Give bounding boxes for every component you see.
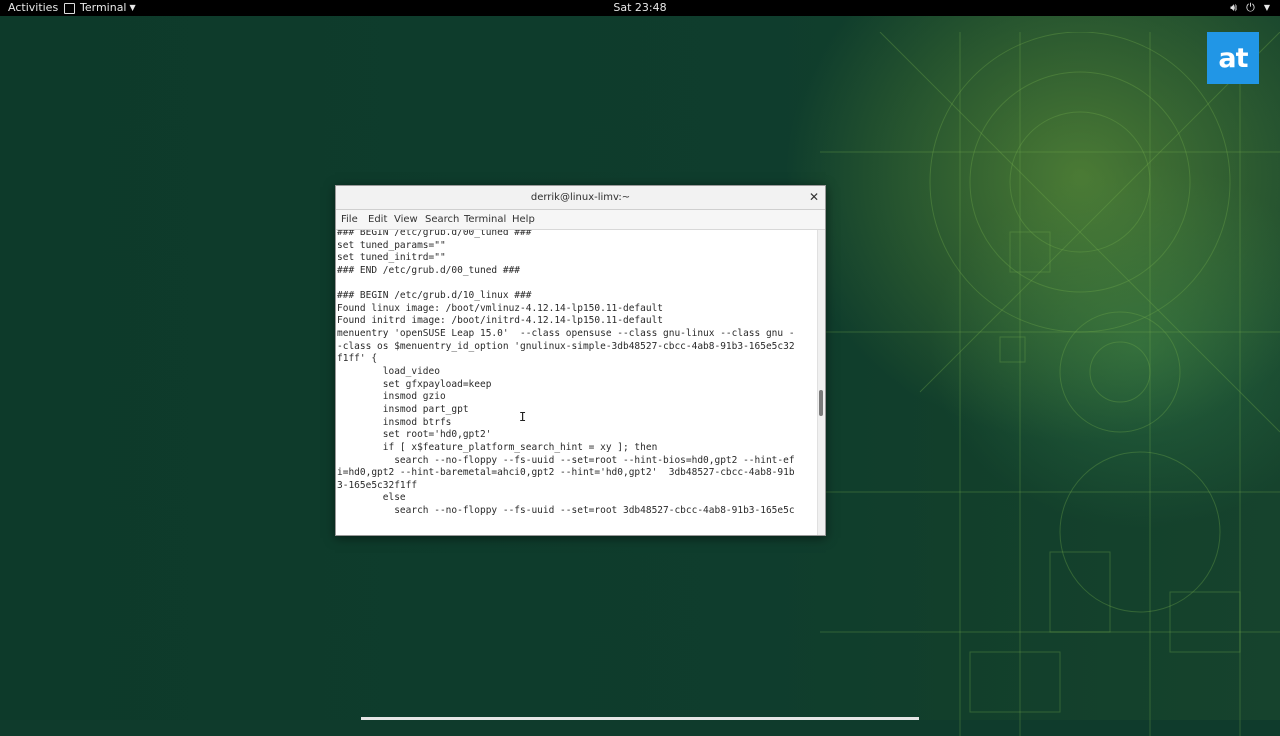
terminal-line: if [ x$feature_platform_search_hint = xy… [337,441,658,453]
terminal-line: insmod btrfs [337,416,452,428]
top-bar: Activities Terminal ▼ Sat 23:48 🔊︎ ⏻ ▼ [0,0,1280,16]
terminal-line: insmod gzio [337,391,446,403]
terminal-line: else [337,492,406,504]
terminal-line: set gfxpayload=keep [337,378,492,390]
menu-help[interactable]: Help [512,210,535,229]
terminal-line: Found linux image: /boot/vmlinuz-4.12.14… [337,302,664,314]
terminal-line: Found initrd image: /boot/initrd-4.12.14… [337,315,664,327]
terminal-line: load_video [337,366,440,378]
text-cursor-icon: I [519,410,527,424]
terminal-line: ### BEGIN /etc/grub.d/00_tuned ### [337,230,532,238]
terminal-icon [64,2,75,14]
menu-terminal[interactable]: Terminal [464,210,506,229]
menu-bar: File Edit View Search Terminal Help [336,210,825,230]
terminal-line: set tuned_params="" [337,239,446,251]
menu-search[interactable]: Search [425,210,459,229]
terminal-line: 3-165e5c32f1ff [337,479,418,491]
terminal-line: ### END /etc/grub.d/00_tuned ### [337,264,521,276]
terminal-line: set tuned_initrd="" [337,252,446,264]
terminal-line: f1ff' { [337,353,378,365]
scrollbar-thumb[interactable] [819,390,823,416]
terminal-window[interactable]: derrik@linux-limv:~ ✕ File Edit View Sea… [335,185,826,536]
terminal-line: search --no-floppy --fs-uuid --set=root … [337,505,795,517]
power-icon: ⏻ [1246,1,1255,14]
caret-down-icon: ▼ [129,3,136,12]
app-menu-label: Terminal [80,1,127,14]
window-titlebar[interactable]: derrik@linux-limv:~ ✕ [336,186,825,210]
window-title: derrik@linux-limv:~ [530,192,631,203]
menu-edit[interactable]: Edit [368,210,387,229]
app-menu-button[interactable]: Terminal ▼ [64,0,136,16]
terminal-line: insmod part_gpt [337,403,469,415]
terminal-line: search --no-floppy --fs-uuid --set=root … [337,454,795,466]
logo: at [1207,32,1259,84]
terminal-line: i=hd0,gpt2 --hint-baremetal=ahci0,gpt2 -… [337,467,795,479]
terminal-line: ### BEGIN /etc/grub.d/10_linux ### [337,290,532,302]
terminal-line: -class os $menuentry_id_option 'gnulinux… [337,340,795,352]
volume-icon: 🔊︎ [1230,1,1238,14]
scrollbar[interactable] [817,230,825,535]
terminal-line: set root='hd0,gpt2' [337,429,492,441]
blueprint-wallpaper-decoration [820,32,1280,736]
caret-down-icon: ▼ [1263,3,1270,12]
system-menu[interactable]: 🔊︎ ⏻ ▼ [1230,0,1270,16]
terminal-output[interactable]: ### BEGIN /etc/grub.d/00_tuned ### set tu… [336,230,818,535]
activities-button[interactable]: Activities [8,0,58,16]
terminal-line: menuentry 'openSUSE Leap 15.0' --class o… [337,328,795,340]
clock[interactable]: Sat 23:48 [613,1,666,14]
menu-view[interactable]: View [394,210,418,229]
close-icon[interactable]: ✕ [809,186,819,209]
menu-file[interactable]: File [341,210,358,229]
